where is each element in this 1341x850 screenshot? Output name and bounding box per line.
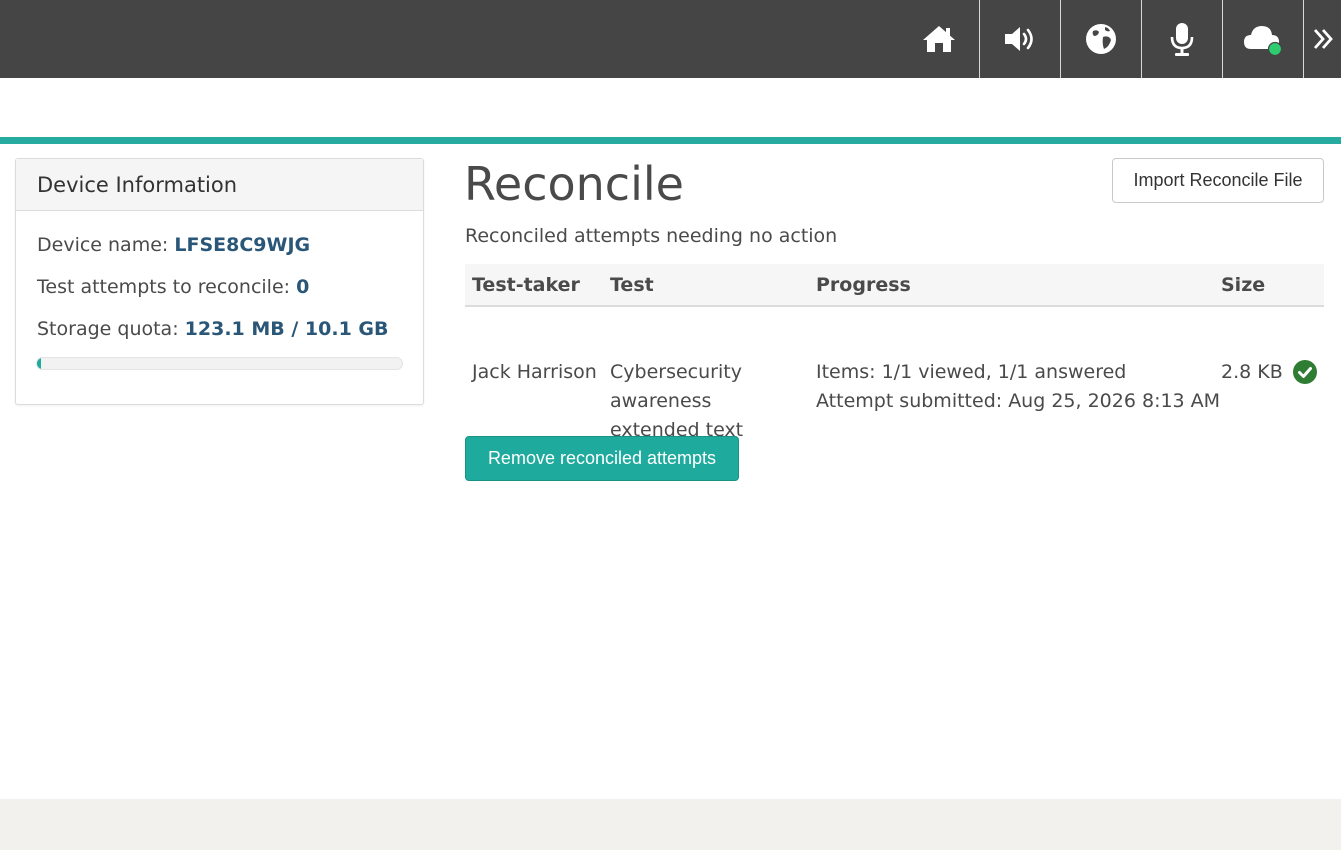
attempts-row: Test attempts to reconcile: 0 — [37, 276, 309, 298]
page-footer — [0, 799, 1341, 850]
page-title: Reconcile — [464, 157, 684, 211]
test-taker-cell: Jack Harrison — [472, 361, 597, 383]
device-name-row: Device name: LFSE8C9WJG — [37, 234, 310, 256]
home-icon — [923, 26, 955, 52]
header-divider — [0, 137, 1341, 144]
table-row: Jack Harrison Cybersecurity awareness ex… — [465, 307, 1324, 441]
import-reconcile-file-button[interactable]: Import Reconcile File — [1112, 158, 1324, 203]
language-button[interactable] — [1061, 0, 1141, 78]
section-subtitle: Reconciled attempts needing no action — [465, 225, 838, 247]
progress-cell: Items: 1/1 viewed, 1/1 answered Attempt … — [816, 358, 1220, 416]
column-header-test: Test — [610, 274, 654, 296]
test-name-line: awareness — [610, 390, 712, 412]
storage-row: Storage quota: 123.1 MB / 10.1 GB — [37, 318, 389, 340]
progress-items: Items: 1/1 viewed, 1/1 answered — [816, 361, 1127, 383]
microphone-icon — [1170, 23, 1194, 56]
test-cell: Cybersecurity awareness extended text — [610, 358, 743, 445]
reconciled-attempts-table: Test-taker Test Progress Size Jack Harri… — [465, 264, 1324, 441]
check-circle-icon — [1293, 360, 1317, 384]
cloud-icon — [1244, 26, 1283, 56]
progress-submitted: Attempt submitted: Aug 25, 2026 8:13 AM — [816, 390, 1221, 412]
storage-progress-bar — [36, 357, 403, 370]
column-header-test-taker: Test-taker — [472, 274, 580, 296]
expand-toolbar-button[interactable] — [1304, 0, 1341, 78]
size-cell: 2.8 KB — [1221, 361, 1283, 383]
table-header-row: Test-taker Test Progress Size — [465, 264, 1324, 307]
device-name-label: Device name: — [37, 234, 169, 256]
attempts-value: 0 — [296, 276, 310, 298]
column-header-progress: Progress — [816, 274, 911, 296]
speaker-icon — [1005, 27, 1033, 51]
audio-button[interactable] — [980, 0, 1060, 78]
storage-value: 123.1 MB / 10.1 GB — [184, 318, 389, 340]
globe-icon — [1086, 24, 1116, 54]
column-header-size: Size — [1221, 274, 1266, 296]
device-name-value: LFSE8C9WJG — [174, 234, 311, 256]
home-button[interactable] — [899, 0, 979, 78]
chevron-double-right-icon — [1313, 29, 1333, 49]
microphone-button[interactable] — [1142, 0, 1222, 78]
attempts-label: Test attempts to reconcile: — [37, 276, 291, 298]
storage-progress-fill — [37, 358, 42, 369]
top-toolbar — [0, 0, 1341, 78]
panel-title: Device Information — [16, 159, 423, 211]
device-info-panel: Device Information Device name: LFSE8C9W… — [15, 158, 424, 405]
test-name-line: Cybersecurity — [610, 361, 742, 383]
remove-reconciled-attempts-button[interactable]: Remove reconciled attempts — [465, 436, 739, 481]
storage-label: Storage quota: — [37, 318, 179, 340]
sync-status-button[interactable] — [1223, 0, 1303, 78]
